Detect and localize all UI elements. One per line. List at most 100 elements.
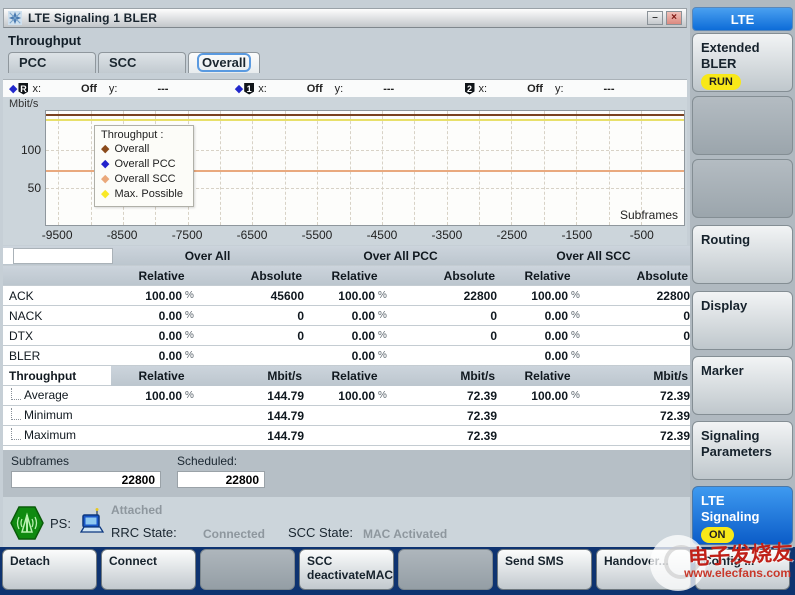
softkey-label: Detach xyxy=(10,554,96,568)
table-row-ack: ACK100.00%45600100.00%22800100.00%22800 xyxy=(3,286,690,306)
scheduled-label: Scheduled: xyxy=(177,454,237,468)
marker-y-label: y: xyxy=(555,83,564,95)
table-row-nack: NACK0.00%00.00%00.00%0 xyxy=(3,306,690,326)
minimize-button[interactable]: – xyxy=(647,11,663,25)
table-throughput-header-row: ThroughputRelativeMbit/sRelativeMbit/sRe… xyxy=(3,366,690,386)
table-subheader-row: RelativeAbsoluteRelativeAbsoluteRelative… xyxy=(3,266,690,286)
gridline-vertical xyxy=(285,111,286,225)
marker-x-value: Off xyxy=(81,83,97,95)
close-button[interactable]: × xyxy=(666,11,682,25)
tree-connector xyxy=(11,408,21,420)
gridline-vertical xyxy=(447,111,448,225)
table-cell-value: 72.39 xyxy=(405,389,497,403)
marker-x-label: x: xyxy=(32,83,41,95)
softkey-connect[interactable]: Connect xyxy=(101,549,196,590)
table-cell-value: 0.00 xyxy=(111,329,182,343)
tab-bar: PCCSCC Overall xyxy=(8,52,262,73)
table-cell-value: 72.39 xyxy=(598,389,690,403)
table-cell-value: 0 xyxy=(212,309,304,323)
softkey-label: Config ... xyxy=(703,554,789,568)
throughput-subheader-mbits: Mbit/s xyxy=(405,369,497,383)
softkey-config-[interactable]: Config ... xyxy=(695,549,790,590)
sidebar-button-extended[interactable]: ExtendedBLERRUN xyxy=(692,33,793,92)
table-cell-value: 0.00 xyxy=(111,349,182,363)
table-cell-unit: % xyxy=(568,310,598,321)
table-cell-value: 72.39 xyxy=(598,409,690,423)
softkey-send-sms[interactable]: Send SMS xyxy=(497,549,592,590)
scheduled-field[interactable]: 22800 xyxy=(177,471,265,488)
softkey-scc[interactable]: SCCdeactivateMAC xyxy=(299,549,394,590)
tab-label: Overall xyxy=(199,55,249,70)
table-cell-value: 72.39 xyxy=(405,429,497,443)
tab-scc[interactable]: SCC xyxy=(98,52,186,73)
x-axis-label: Subframes xyxy=(620,208,678,222)
table-row-minimum: Minimum144.7972.3972.39 xyxy=(3,406,690,426)
marker-diamond-spacer xyxy=(460,83,463,95)
subframes-field[interactable]: 22800 xyxy=(11,471,161,488)
table-row-maximum: Maximum144.7972.3972.39 xyxy=(3,426,690,446)
x-axis-ticks: -9500-8500-7500-6500-5500-4500-3500-2500… xyxy=(45,228,685,242)
table-cell-value: 100.00 xyxy=(304,389,375,403)
softkey-label: deactivateMAC xyxy=(307,568,393,582)
sidebar-button-label: Marker xyxy=(701,363,792,379)
marker-y-value: --- xyxy=(157,83,168,95)
table-cell-value: 100.00 xyxy=(497,289,568,303)
marker-x-value: Off xyxy=(527,83,543,95)
table-subheader-absolute: Absolute xyxy=(598,269,690,283)
marker-diamond-icon: ◆ xyxy=(235,82,243,95)
sidebar-button-lte[interactable]: LTESignalingON xyxy=(692,486,793,545)
table-cell-value: 100.00 xyxy=(111,289,182,303)
legend-label: Max. Possible xyxy=(114,187,182,202)
sidebar-button-label: Signaling xyxy=(701,509,792,525)
x-tick-label: -1500 xyxy=(561,228,592,242)
sidebar-button-empty-1[interactable] xyxy=(692,96,793,155)
gridline-vertical xyxy=(544,111,545,225)
ps-label: PS: xyxy=(50,516,71,531)
marker-readout-1: ◆1x:Offy:--- xyxy=(229,82,455,95)
table-cell-value: 100.00 xyxy=(111,389,182,403)
gridline-vertical xyxy=(317,111,318,225)
sidebar: LTE ExtendedBLERRUN Routing Display Marker S… xyxy=(690,0,795,547)
softkey-empty-4[interactable] xyxy=(398,549,493,590)
window-title: LTE Signaling 1 BLER xyxy=(28,11,157,25)
sidebar-button-routing[interactable]: Routing xyxy=(692,225,793,284)
sidebar-button-marker[interactable]: Marker xyxy=(692,356,793,415)
softkey-handover-[interactable]: Handover... xyxy=(596,549,691,590)
sidebar-button-display[interactable]: Display xyxy=(692,291,793,350)
gridline-vertical xyxy=(576,111,577,225)
table-cell-value: 22800 xyxy=(405,289,497,303)
gridline-vertical xyxy=(350,111,351,225)
table-row-label-text: Average xyxy=(24,388,68,402)
sidebar-button-empty-2[interactable] xyxy=(692,159,793,218)
table-row-label: BLER xyxy=(3,349,111,363)
tab-overall[interactable]: Overall xyxy=(188,52,260,73)
table-row-dtx: DTX0.00%00.00%00.00%0 xyxy=(3,326,690,346)
legend-title: Throughput : xyxy=(101,129,183,141)
ps-antenna-icon xyxy=(9,505,45,541)
throughput-subheader-mbits: Mbit/s xyxy=(598,369,690,383)
sidebar-button-label: LTE xyxy=(701,493,792,509)
sidebar-button-signaling[interactable]: SignalingParameters xyxy=(692,421,793,480)
tab-pcc[interactable]: PCC xyxy=(8,52,96,73)
sidebar-button-label: Signaling xyxy=(701,428,792,444)
legend-label: Overall PCC xyxy=(114,157,175,172)
x-tick-label: -6500 xyxy=(237,228,268,242)
rohde-schwarz-logo-icon xyxy=(8,11,22,25)
trace-overall xyxy=(46,114,684,116)
throughput-subheader-relative: Relative xyxy=(111,369,212,383)
table-cell-unit: % xyxy=(182,330,212,341)
softkey-empty-2[interactable] xyxy=(200,549,295,590)
table-cell-value: 100.00 xyxy=(304,289,375,303)
marker-diamond-icon: ◆ xyxy=(9,82,17,95)
sidebar-header-lte[interactable]: LTE xyxy=(692,7,793,31)
softkey-detach[interactable]: Detach xyxy=(2,549,97,590)
subframes-label: Subframes xyxy=(11,454,69,468)
table-row-label: Average xyxy=(3,388,111,404)
gridline-vertical xyxy=(479,111,480,225)
gridline-vertical xyxy=(511,111,512,225)
table-cell-value: 0.00 xyxy=(304,329,375,343)
table-row-label: ACK xyxy=(3,289,111,303)
table-row-label: NACK xyxy=(3,309,111,323)
table-cell-value: 0.00 xyxy=(497,329,568,343)
softkey-label: Handover... xyxy=(604,554,690,568)
